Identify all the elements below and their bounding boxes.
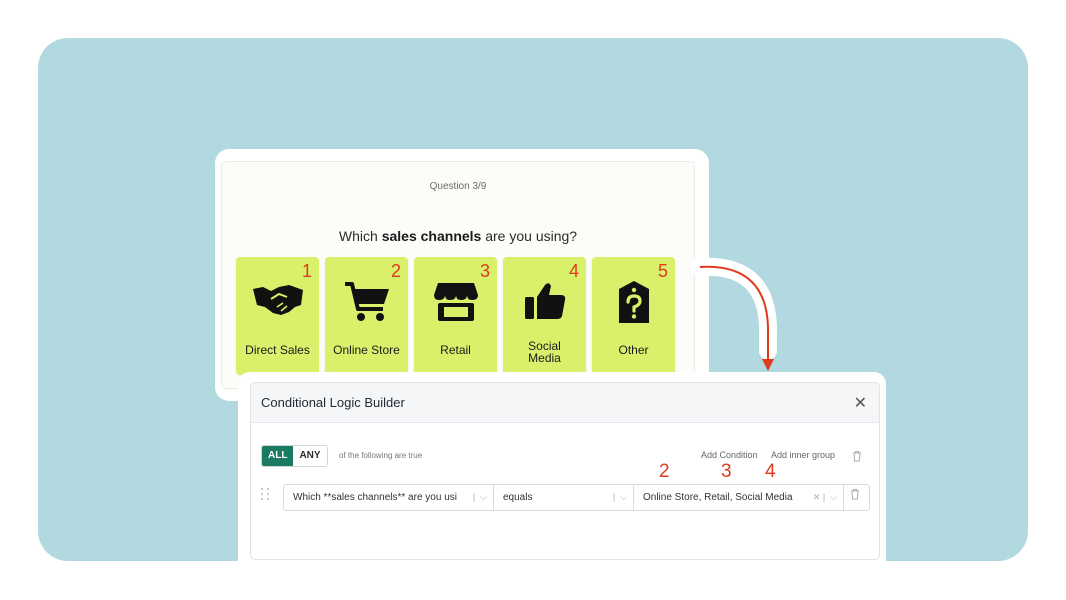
trash-icon[interactable] <box>852 449 862 467</box>
question-frame: Question 3/9 Which sales channels are yo… <box>215 149 709 401</box>
match-suffix-text: of the following are true <box>339 451 423 460</box>
match-toggle: ALL ANY <box>261 445 328 467</box>
delete-condition-button[interactable] <box>844 485 869 510</box>
add-condition-button[interactable]: Add Condition <box>701 450 758 460</box>
question-counter: Question 3/9 <box>429 181 487 192</box>
condition-operator-select[interactable]: equals | ⌵ <box>494 485 634 510</box>
logic-builder-header: Conditional Logic Builder ✕ <box>251 383 879 423</box>
close-icon[interactable]: ✕ <box>854 393 867 413</box>
trash-icon <box>851 489 859 500</box>
condition-question-value: Which **sales channels** are you usi <box>293 492 457 503</box>
screenshot-stage: Question 3/9 Which sales channels are yo… <box>0 0 1066 600</box>
chevron-down-icon: | ⌵ <box>469 485 487 510</box>
condition-operator-value: equals <box>503 492 533 503</box>
option-direct-sales[interactable]: 1 Direct Sales <box>236 257 319 375</box>
option-label: Online Store <box>333 343 400 357</box>
option-label: Other <box>618 343 649 357</box>
handshake-icon <box>236 281 319 321</box>
option-other[interactable]: 5 Other <box>592 257 675 375</box>
shopping-cart-icon <box>325 281 408 323</box>
option-label: Social Media <box>528 339 561 365</box>
question-title: Which sales channels are you using? <box>338 228 578 244</box>
logic-builder-frame: Conditional Logic Builder ✕ ALL ANY of t… <box>238 372 886 600</box>
add-inner-group-button[interactable]: Add inner group <box>771 450 835 460</box>
option-number: 2 <box>390 261 401 281</box>
option-online-store[interactable]: 2 Online Store <box>325 257 408 375</box>
annotation-number: 4 <box>765 461 776 482</box>
clear-and-chevron-icon[interactable]: ✕ | ⌵ <box>809 485 837 510</box>
condition-value-text: Online Store, Retail, Social Media <box>643 492 793 503</box>
chevron-down-icon: | ⌵ <box>609 485 627 510</box>
option-label: Direct Sales <box>245 343 310 357</box>
condition-question-select[interactable]: Which **sales channels** are you usi | ⌵ <box>284 485 494 510</box>
option-social-media[interactable]: 4 Social Media <box>503 257 586 375</box>
condition-value-select[interactable]: Online Store, Retail, Social Media ✕ | ⌵ <box>634 485 844 510</box>
store-icon <box>414 281 497 323</box>
question-tag-icon <box>592 281 675 325</box>
match-any-button[interactable]: ANY <box>293 446 327 466</box>
option-number: 4 <box>568 261 579 281</box>
drag-handle-icon[interactable] <box>261 488 270 500</box>
annotation-number: 2 <box>659 461 670 482</box>
option-retail[interactable]: 3 Retail <box>414 257 497 375</box>
option-number: 3 <box>479 261 490 281</box>
option-number: 5 <box>657 261 668 281</box>
thumbs-up-icon <box>503 281 586 323</box>
logic-builder-title: Conditional Logic Builder <box>261 395 405 410</box>
match-all-button[interactable]: ALL <box>262 446 294 466</box>
option-label: Retail <box>440 343 471 357</box>
annotation-number: 3 <box>721 461 732 482</box>
logic-builder-panel: Conditional Logic Builder ✕ ALL ANY of t… <box>250 382 880 560</box>
curved-arrow-icon <box>690 255 800 385</box>
option-number: 1 <box>301 261 312 281</box>
question-card: Question 3/9 Which sales channels are yo… <box>221 161 695 389</box>
question-title-bold: sales channels <box>381 228 482 244</box>
condition-row: Which **sales channels** are you usi | ⌵… <box>283 484 870 511</box>
